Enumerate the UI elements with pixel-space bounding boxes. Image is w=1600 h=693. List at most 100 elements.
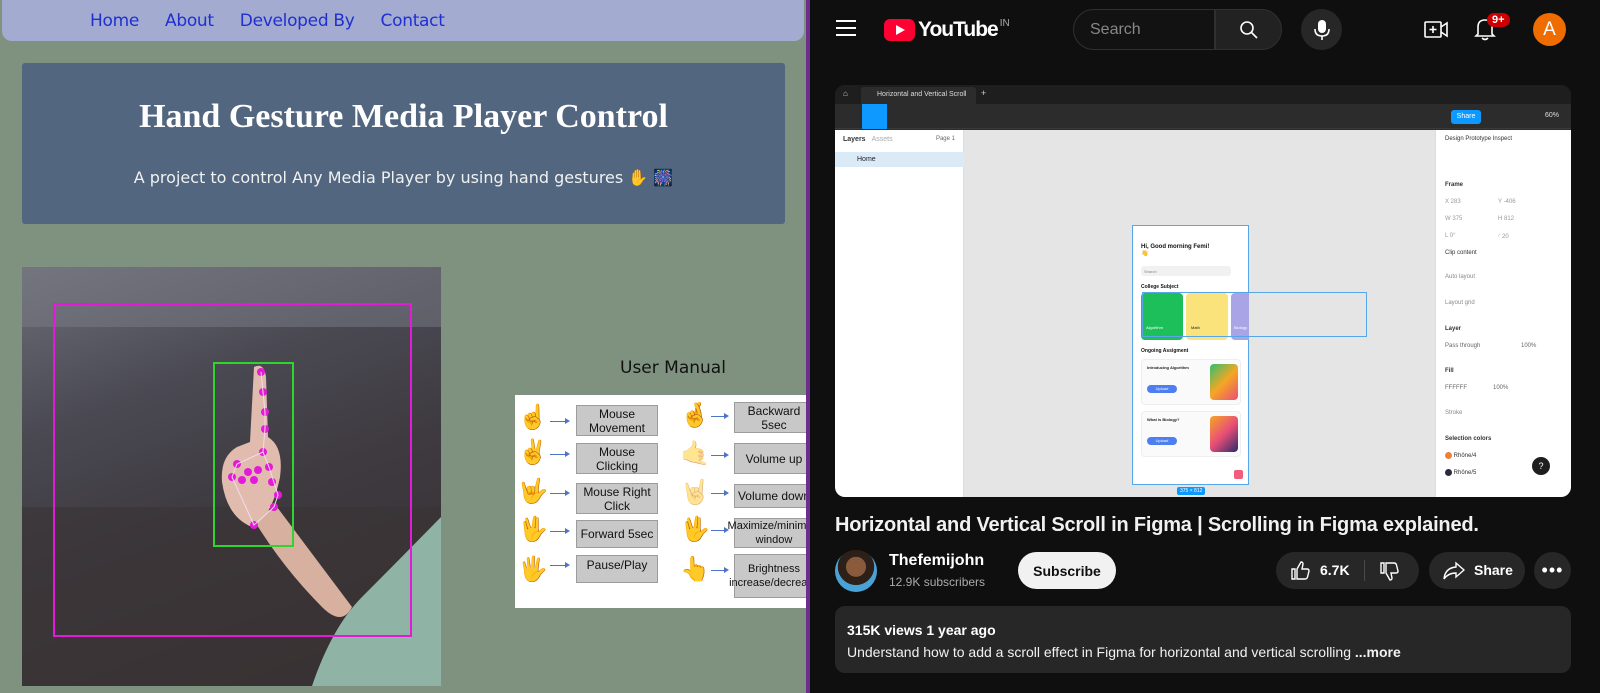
description-more-link[interactable]: ...more: [1351, 644, 1401, 660]
phone-nav-icon: [1234, 470, 1243, 479]
landmark: [250, 476, 258, 484]
phone-section-title: College Subject: [1141, 284, 1179, 290]
landmark: [254, 466, 262, 474]
arrow-icon: [550, 528, 570, 534]
thumbs-down-icon[interactable]: [1379, 561, 1399, 581]
assignment-card: What is Biology? Upload: [1141, 411, 1241, 457]
subscriber-count: 12.9K subscribers: [889, 575, 986, 589]
top-navbar: Home About Developed By Contact: [2, 0, 804, 41]
subscribe-button[interactable]: Subscribe: [1018, 552, 1116, 589]
move-tool-icon: [862, 104, 887, 129]
arrow-icon: [550, 490, 570, 496]
figma-layers-panel: Layers Assets Page 1 Home: [835, 130, 964, 497]
upload-button: Upload: [1147, 385, 1177, 393]
layer-opacity: 100%: [1521, 343, 1537, 349]
arrow-icon: [550, 418, 570, 424]
manual-label: Mouse Clicking: [576, 443, 658, 474]
youtube-play-icon: [884, 19, 915, 41]
layers-tab: Layers: [843, 136, 866, 143]
youtube-watch-page: YouTube IN Search 9+ A ⌂ Horizontal and …: [810, 0, 1600, 693]
clip-content-option: Clip content: [1445, 250, 1477, 256]
like-count[interactable]: 6.7K: [1320, 562, 1350, 578]
search-input[interactable]: Search: [1073, 9, 1215, 50]
channel-name[interactable]: Thefemijohn: [889, 552, 984, 570]
video-player[interactable]: ⌂ Horizontal and Vertical Scroll + Share…: [835, 85, 1571, 497]
frame-radius: 20: [1502, 234, 1509, 240]
fill-section: Fill: [1445, 368, 1454, 374]
assignment-title: Introducing Algorithm: [1147, 365, 1189, 370]
home-icon: ⌂: [843, 89, 848, 98]
country-code: IN: [999, 17, 1010, 29]
views-and-date: 315K views 1 year ago: [847, 622, 996, 638]
figma-share-button: Share: [1451, 110, 1481, 124]
arrow-icon: [711, 452, 729, 458]
search-button[interactable]: [1215, 9, 1282, 50]
account-avatar[interactable]: A: [1533, 13, 1566, 46]
background-wall: [22, 267, 441, 327]
new-tab-icon: +: [981, 88, 987, 98]
figma-properties-panel: Design Prototype Inspect Frame X 283 Y -…: [1435, 130, 1571, 497]
nav-contact-link[interactable]: Contact: [381, 11, 445, 31]
notification-count-badge: 9+: [1487, 13, 1510, 27]
nav-developed-by-link[interactable]: Developed By: [240, 11, 355, 31]
thumbs-up-icon[interactable]: [1290, 561, 1310, 581]
nav-about-link[interactable]: About: [165, 11, 214, 31]
three-finger-down-gesture-icon: 🤘: [680, 479, 710, 506]
like-dislike-bar: 6.7K: [1276, 552, 1419, 589]
frame-size-label: 375 × 812: [1177, 487, 1206, 495]
upload-button: Upload: [1147, 437, 1177, 445]
webcam-overlay: [22, 267, 441, 686]
stroke-section: Stroke: [1445, 410, 1463, 416]
manual-label: Forward 5sec: [576, 520, 658, 548]
youtube-logo-text: YouTube: [918, 18, 999, 41]
two-finger-gesture-icon: ✌️: [518, 439, 548, 466]
peace-gesture-icon: 🤙: [680, 440, 710, 467]
manual-label: Mouse Right Click: [576, 483, 658, 514]
youtube-logo[interactable]: YouTube IN: [884, 18, 1010, 42]
assignment-card: Introducing Algorithm Upload: [1141, 359, 1241, 405]
like-divider: [1364, 560, 1365, 581]
hero-banner: Hand Gesture Media Player Control A proj…: [22, 63, 785, 224]
create-video-icon[interactable]: [1424, 19, 1448, 41]
selection-colors-section: Selection colors: [1445, 436, 1492, 442]
color-name: Rhône/5: [1453, 470, 1477, 477]
arrow-icon: [711, 490, 729, 496]
more-actions-button[interactable]: •••: [1534, 552, 1571, 589]
manual-label: Backward 5sec: [734, 402, 806, 433]
nav-home-link[interactable]: Home: [90, 11, 139, 31]
three-finger-gesture-icon: 🤟: [518, 478, 548, 505]
index-finger-gesture-icon: ☝️: [518, 404, 548, 431]
description-box[interactable]: 315K views 1 year ago Understand how to …: [835, 606, 1571, 673]
frame-label: Frame: [1445, 182, 1464, 188]
mic-icon: [1313, 19, 1330, 40]
landmark: [238, 476, 246, 484]
menu-icon[interactable]: [836, 20, 856, 36]
blend-mode: Pass through: [1445, 343, 1481, 349]
webcam-feed: [22, 267, 441, 686]
share-icon: [1443, 561, 1465, 580]
voice-search-button[interactable]: [1301, 9, 1342, 50]
description-body: Understand how to add a scroll effect in…: [847, 644, 1351, 660]
fill-opacity: 100%: [1493, 385, 1509, 391]
share-label: Share: [1474, 562, 1513, 578]
hero-title: Hand Gesture Media Player Control: [139, 98, 668, 135]
video-title: Horizontal and Vertical Scroll in Figma …: [835, 514, 1479, 536]
figma-zoom-level: 60%: [1545, 112, 1560, 119]
frame-y: -406: [1503, 199, 1516, 205]
layer-section: Layer: [1445, 326, 1462, 332]
share-button[interactable]: Share: [1429, 552, 1525, 589]
fill-hex: FFFFFF: [1445, 385, 1467, 391]
color-name: Rhône/4: [1453, 453, 1477, 460]
landmark: [244, 468, 252, 476]
figma-canvas: Hi, Good morning Femi! 👋 Search College …: [964, 130, 1435, 497]
channel-avatar[interactable]: [835, 550, 877, 592]
hand: [221, 365, 281, 527]
figma-tab-bar: ⌂ Horizontal and Vertical Scroll +: [835, 85, 1571, 104]
vulcan-gesture-icon: 🖖: [680, 516, 710, 543]
help-icon: ?: [1532, 457, 1550, 475]
frame-x: 283: [1450, 199, 1461, 205]
color-swatch: [1445, 469, 1452, 476]
pointing-up-gesture-icon: 👆: [680, 556, 710, 583]
frame-h: 812: [1504, 216, 1515, 222]
search-icon: [1239, 20, 1258, 39]
